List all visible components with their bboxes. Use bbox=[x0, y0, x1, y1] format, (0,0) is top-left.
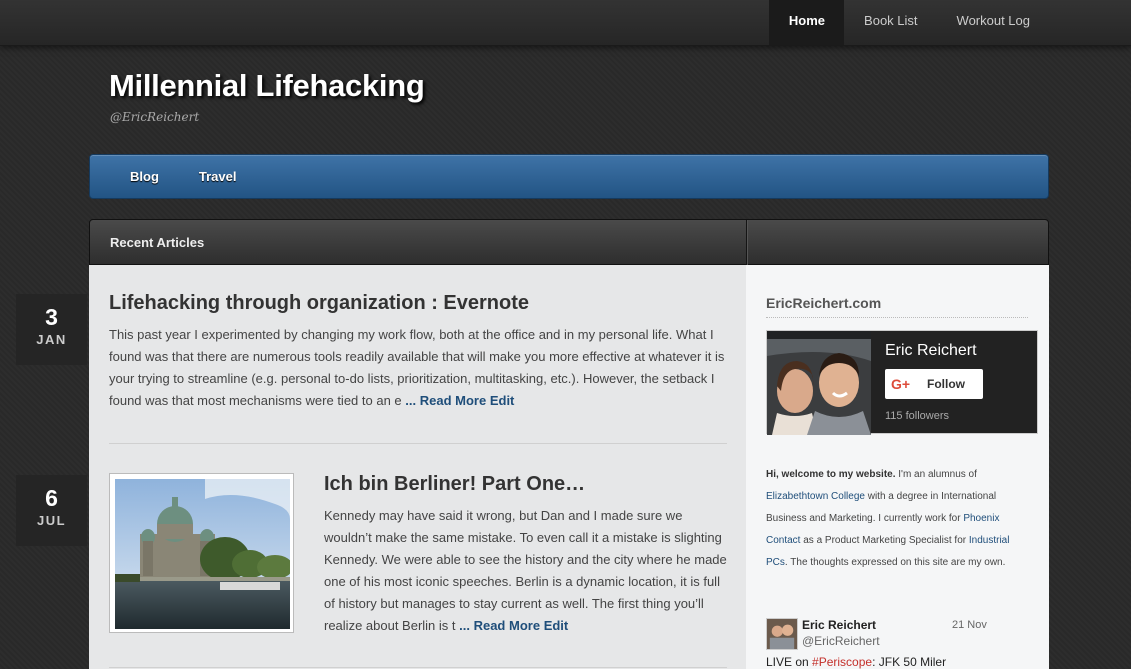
sidebar-heading: EricReichert.com bbox=[766, 295, 1028, 318]
date-day: 3 bbox=[45, 304, 58, 330]
read-more-link[interactable]: ... Read More bbox=[459, 618, 540, 633]
content-header-bar: Recent Articles bbox=[89, 219, 1049, 266]
article-separator bbox=[109, 667, 727, 668]
main-nav-blog[interactable]: Blog bbox=[110, 155, 179, 198]
date-badge: 6 JUL bbox=[16, 475, 87, 546]
edit-link[interactable]: Edit bbox=[544, 618, 569, 633]
content-area: Recent Articles Lifehacking through orga… bbox=[89, 219, 1049, 669]
main-nav-travel[interactable]: Travel bbox=[179, 155, 257, 198]
top-nav-workout-log[interactable]: Workout Log bbox=[937, 0, 1049, 45]
date-month: JAN bbox=[36, 332, 67, 347]
article-excerpt: This past year I experimented by changin… bbox=[109, 324, 731, 412]
about-text-part: as a Product Marketing Specialist for bbox=[800, 535, 969, 546]
profile-photo-icon[interactable] bbox=[767, 331, 871, 435]
tweet-text-part: : JFK 50 Miler bbox=[872, 655, 947, 669]
article-excerpt-text: Kennedy may have said it wrong, but Dan … bbox=[324, 508, 727, 633]
top-nav-menu: Home Book List Workout Log bbox=[768, 0, 1049, 45]
tweet-hashtag-link[interactable]: #Periscope bbox=[812, 655, 872, 669]
site-title[interactable]: Millennial Lifehacking bbox=[109, 68, 425, 104]
read-more-link[interactable]: ... Read More bbox=[405, 393, 486, 408]
header-divider bbox=[746, 220, 748, 266]
edit-link[interactable]: Edit bbox=[490, 393, 515, 408]
article-title[interactable]: Lifehacking through organization : Evern… bbox=[109, 292, 529, 315]
about-text-part: I'm an alumnus of bbox=[895, 469, 977, 480]
about-text: Hi, welcome to my website. I'm an alumnu… bbox=[766, 464, 1028, 574]
date-day: 6 bbox=[45, 485, 58, 511]
follow-label: Follow bbox=[927, 377, 965, 391]
article-title[interactable]: Ich bin Berliner! Part One… bbox=[324, 473, 585, 496]
main-column: Lifehacking through organization : Evern… bbox=[89, 265, 746, 669]
tweet-text-part: LIVE on bbox=[766, 655, 813, 669]
about-intro: Hi, welcome to my website. bbox=[766, 469, 896, 480]
elizabethtown-link[interactable]: Elizabethtown College bbox=[766, 491, 865, 502]
tweet-author-name[interactable]: Eric Reichert bbox=[802, 618, 876, 632]
tweet-text: LIVE on #Periscope: JFK 50 Miler bbox=[766, 655, 946, 669]
date-badge: 3 JAN bbox=[16, 294, 87, 365]
follow-button[interactable]: G+ Follow bbox=[885, 369, 983, 399]
about-text-part: . The thoughts expressed on this site ar… bbox=[784, 557, 1006, 568]
sidebar: EricReichert.com Eric Reichert G+ Follow… bbox=[746, 265, 1049, 669]
tweet-date[interactable]: 21 Nov bbox=[952, 619, 987, 631]
date-month: JUL bbox=[36, 513, 67, 528]
google-plus-badge: Eric Reichert G+ Follow 115 followers bbox=[766, 330, 1038, 435]
top-navbar: Home Book List Workout Log bbox=[0, 0, 1131, 46]
article-excerpt: Kennedy may have said it wrong, but Dan … bbox=[324, 505, 727, 637]
article-thumbnail[interactable] bbox=[109, 473, 294, 633]
tweet-avatar-icon[interactable] bbox=[766, 618, 798, 650]
google-plus-icon: G+ bbox=[891, 376, 911, 392]
followers-count: 115 followers bbox=[885, 410, 949, 422]
top-nav-book-list[interactable]: Book List bbox=[844, 0, 936, 45]
top-nav-home[interactable]: Home bbox=[768, 0, 845, 45]
main-nav: Blog Travel bbox=[89, 154, 1049, 199]
article-separator bbox=[109, 443, 727, 444]
section-title: Recent Articles bbox=[110, 235, 205, 250]
gplus-name: Eric Reichert bbox=[885, 342, 977, 359]
tweet-author-handle: @EricReichert bbox=[802, 634, 880, 648]
berlin-cathedral-photo-icon bbox=[115, 479, 290, 629]
site-subtitle: @EricReichert bbox=[110, 110, 200, 124]
